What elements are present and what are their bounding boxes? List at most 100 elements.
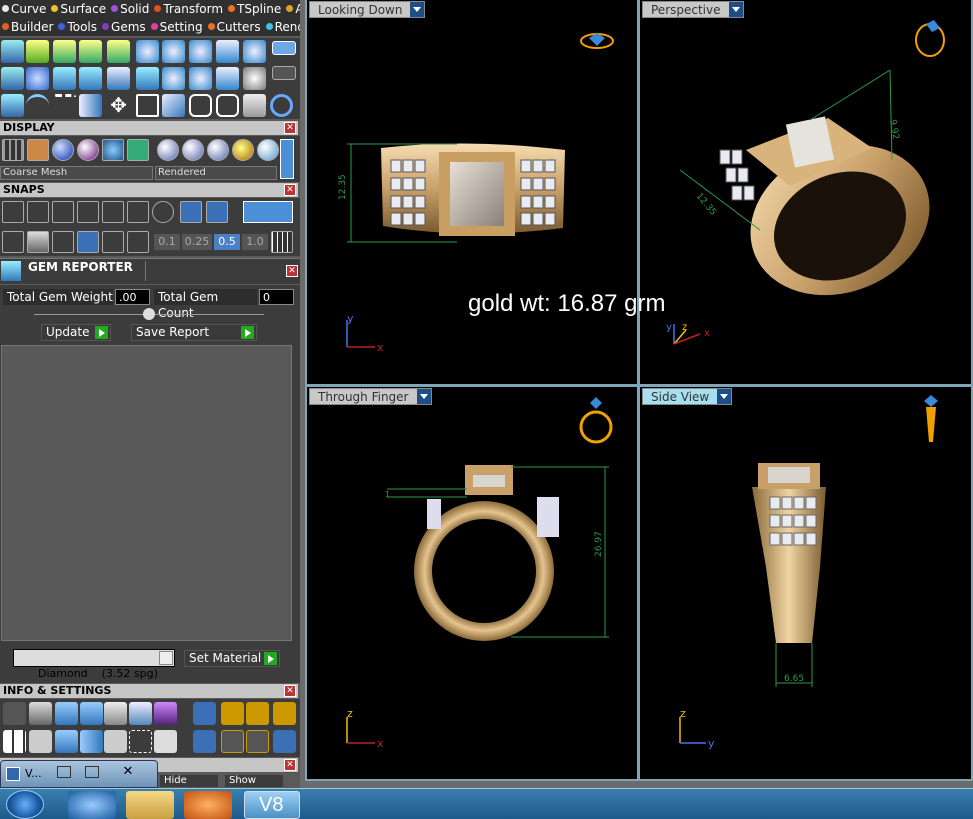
viewport-side-view[interactable]: Side View 6.65 z y [640,387,971,779]
boxes-icon[interactable] [1,94,24,117]
gem-report-list[interactable] [1,345,292,641]
snap-value-2[interactable]: 0.25 [182,234,212,250]
snap-value-1[interactable]: 0.1 [154,234,180,250]
grid-icon[interactable] [271,231,293,253]
file-explorer-icon[interactable] [126,791,174,819]
media-player-icon[interactable] [184,791,232,819]
move-icon[interactable]: ✥ [107,94,130,117]
set-material-button[interactable]: Set Material [184,650,280,667]
snaps-close-icon[interactable]: ✕ [284,184,296,196]
snap-toggle[interactable] [243,201,293,223]
internet-explorer-icon[interactable] [68,791,116,819]
viewport-perspective[interactable]: Perspective 12.35 9.92 y z x [640,0,971,384]
unlink-icon[interactable] [216,94,239,117]
edit-icon[interactable] [129,702,152,725]
perspective-thumb-icon[interactable] [915,20,945,57]
undo-icon[interactable] [221,702,244,725]
snap-circle-icon[interactable] [127,201,149,223]
update-button[interactable]: Update [41,324,111,341]
prong-icon[interactable] [162,67,185,90]
brush-icon[interactable] [193,702,216,725]
snap-curve-icon[interactable] [27,201,49,223]
show-button[interactable]: Show [225,775,283,787]
snap-intersect-icon[interactable] [52,201,74,223]
menu-item-setting[interactable]: Setting [149,18,203,36]
snap-end-icon[interactable] [2,201,24,223]
fillet-icon[interactable] [53,94,76,117]
snap-angle-icon[interactable] [77,231,99,253]
pave-tool-icon[interactable] [243,40,266,63]
render-tool-icon[interactable] [216,40,239,63]
image-icon[interactable] [216,67,239,90]
window-maximize-icon[interactable] [85,766,99,778]
display-close-icon[interactable]: ✕ [284,122,296,134]
scissors-icon[interactable] [243,94,266,117]
redo-icon[interactable] [246,702,269,725]
repeat-icon[interactable] [273,702,296,725]
cube-icon[interactable] [55,730,78,753]
snap-grid-h-icon[interactable] [180,201,202,223]
view-globe-3-icon[interactable] [207,139,229,161]
snap-value-3[interactable]: 0.5 [214,234,240,250]
window-restore-icon[interactable] [57,766,71,778]
minimized-window[interactable]: V... ✕ [0,760,158,788]
menu-item-transform[interactable]: Transform [152,0,223,18]
bottom-panel-close-icon[interactable]: ✕ [284,759,296,771]
page-icon[interactable] [107,67,130,90]
wrench-icon[interactable] [29,702,52,725]
start-button-icon[interactable] [6,790,44,819]
window-close-icon[interactable]: ✕ [113,764,143,780]
v8-taskbar-item[interactable]: V8 [244,791,300,819]
viewport-through-finger[interactable]: Through Finger 26.97 1 z x [307,387,637,779]
menu-item-art[interactable]: Art [284,0,300,18]
halo-icon[interactable] [189,67,212,90]
object-icon[interactable] [80,702,103,725]
select-icon[interactable] [129,730,152,753]
menu-item-solid[interactable]: Solid [109,0,149,18]
setting-tool-icon[interactable] [189,40,212,63]
render-select[interactable]: Rendered [155,166,277,180]
tspline-tool-icon[interactable] [107,40,130,63]
snap-perp-icon[interactable] [102,201,124,223]
snap-center-icon[interactable] [152,201,174,223]
curve-tool-icon[interactable] [1,40,24,63]
snap-axis-icon[interactable] [127,231,149,253]
snap-plane-icon[interactable] [102,231,124,253]
snap-box-icon[interactable] [27,231,49,253]
plane-icon[interactable] [53,67,76,90]
looking-down-thumb-icon[interactable] [580,33,614,49]
side-view-thumb-icon[interactable] [924,395,938,442]
material-icon[interactable] [77,139,99,161]
gold-material-icon[interactable] [232,139,254,161]
cutter-tool-icon[interactable] [162,40,185,63]
menu-item-render[interactable]: Render [264,18,300,36]
mirror-icon[interactable] [79,94,102,117]
panel-toggle-icon[interactable] [272,41,296,55]
print-icon[interactable] [104,702,127,725]
snap-ortho-icon[interactable] [2,231,24,253]
view-globe-2-icon[interactable] [182,139,204,161]
info-close-icon[interactable]: ✕ [284,685,296,697]
layer-icon[interactable] [1,67,24,90]
hide-button[interactable]: Hide [160,775,218,787]
solid-tool-icon[interactable] [53,40,76,63]
env-icon[interactable] [102,139,124,161]
array-icon[interactable] [162,94,185,117]
book-icon[interactable] [80,730,103,753]
render-view-icon[interactable] [127,139,149,161]
through-finger-thumb-icon[interactable] [579,397,613,444]
arc-icon[interactable] [26,94,49,117]
wireframe-icon[interactable] [2,139,24,161]
link-icon[interactable] [189,94,212,117]
menu-item-cutters[interactable]: Cutters [206,18,261,36]
transform-tool-icon[interactable] [79,40,102,63]
viewports-icon[interactable] [3,730,26,753]
snap-line-icon[interactable] [52,231,74,253]
save-report-button[interactable]: Save Report [131,324,257,341]
transform-d-icon[interactable] [273,730,296,753]
shear-icon[interactable] [79,67,102,90]
menu-item-tools[interactable]: Tools [56,18,97,36]
display-side-toggle[interactable] [280,139,294,179]
menu-item-gems[interactable]: Gems [100,18,146,36]
shaded-icon[interactable] [27,139,49,161]
